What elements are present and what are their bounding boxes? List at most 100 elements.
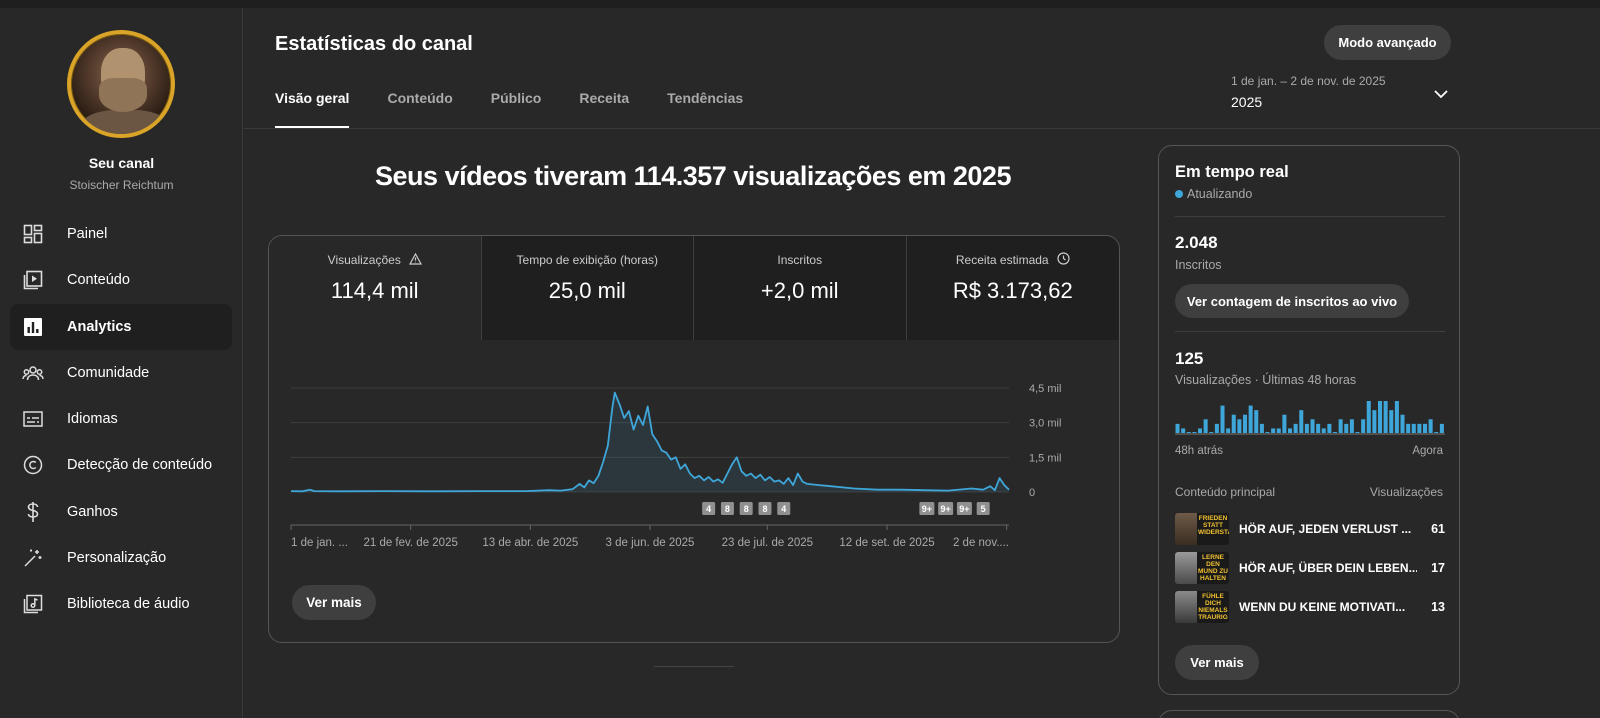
date-range-main: 2025 [1231,94,1263,110]
sidebar-item-conteudo[interactable]: Conteúdo [10,257,232,303]
page-title: Estatísticas do canal [275,33,473,55]
metric-watch-time[interactable]: Tempo de exibição (horas) 25,0 mil [481,236,694,340]
top-content-views-header: Visualizações [1369,485,1443,499]
video-views: 17 [1431,561,1445,575]
tab-content[interactable]: Conteúdo [387,90,452,128]
realtime-bar [1293,423,1298,433]
thumbnail-text: FRIEDEN STATT WIDERSTAND [1198,515,1229,536]
date-range-sub: 1 de jan. – 2 de nov. de 2025 [1231,74,1386,88]
live-subscriber-count-button[interactable]: Ver contagem de inscritos ao vivo [1175,284,1409,318]
video-title: HÖR AUF, ÜBER DEIN LEBEN... [1239,561,1417,575]
top-video-row[interactable]: FÜHLE DICH NIEMALS TRAURIG WENN DU KEINE… [1175,590,1445,624]
live-dot-icon [1175,190,1183,198]
sidebar-item-personalizacao[interactable]: Personalização [10,535,232,581]
sidebar-item-deteccao[interactable]: Detecção de conteúdo [10,442,232,488]
sidebar-item-comunidade[interactable]: Comunidade [10,350,232,396]
tab-trends[interactable]: Tendências [667,90,743,128]
realtime-title: Em tempo real [1175,163,1289,181]
metric-subscribers[interactable]: Inscritos +2,0 mil [694,236,907,340]
video-title: WENN DU KEINE MOTIVATI... [1239,600,1406,614]
channel-handle: Stoischer Reichtum [69,178,174,192]
realtime-bar [1400,414,1405,433]
realtime-bar [1254,410,1259,433]
realtime-bar [1417,423,1422,433]
sidebar-item-label: Painel [67,226,108,242]
realtime-bar [1349,419,1354,433]
video-marker-label: 9+ [959,504,969,514]
realtime-bar [1423,423,1428,433]
clock-icon [1057,252,1070,268]
content-icon [22,269,44,291]
advanced-mode-button[interactable]: Modo avançado [1324,25,1451,60]
realtime-bar [1237,419,1242,433]
realtime-bar [1327,423,1332,433]
metric-label: Visualizações [327,253,401,267]
x-tick-label: 21 de fev. de 2025 [363,537,457,549]
realtime-bar [1271,428,1276,433]
realtime-status-text: Atualizando [1187,187,1253,201]
y-tick-label: 4,5 mil [1029,383,1061,395]
date-range-selector[interactable]: 1 de jan. – 2 de nov. de 2025 2025 [1231,74,1451,114]
sidebar-item-ganhos[interactable]: Ganhos [10,489,232,535]
views-chart[interactable]: 4,5 mil 3,0 mil 1,5 mil 0 1 de jan. ... 21 de… [269,340,1120,570]
sidebar-item-analytics[interactable]: Analytics [10,303,232,350]
video-title: HÖR AUF, JEDEN VERLUST ... [1239,522,1412,536]
realtime-bar [1276,428,1281,433]
realtime-bar [1355,432,1360,433]
see-more-button[interactable]: Ver mais [292,585,376,620]
realtime-bar [1175,423,1180,433]
realtime-bar [1186,432,1191,433]
tab-bar: Visão geral Conteúdo Público Receita Ten… [275,90,781,128]
sidebar-item-painel[interactable]: Painel [10,211,232,257]
metric-label: Inscritos [777,253,823,267]
metric-value: R$ 3.173,62 [952,278,1073,303]
copyright-icon [22,454,44,476]
realtime-bar [1394,401,1399,433]
realtime-bar [1383,401,1388,433]
realtime-bar [1259,423,1264,433]
sidebar: Seu canal Stoischer Reichtum Painel Cont… [0,8,243,718]
x-tick-label: 13 de abr. de 2025 [482,537,578,549]
realtime-bar [1231,414,1236,433]
sidebar-item-biblioteca[interactable]: Biblioteca de áudio [10,581,232,627]
realtime-status: Atualizando [1175,187,1252,201]
community-icon [22,362,44,384]
top-video-row[interactable]: FRIEDEN STATT WIDERSTAND HÖR AUF, JEDEN … [1175,512,1445,546]
tab-revenue[interactable]: Receita [579,90,629,128]
metric-views[interactable]: Visualizações 114,4 mil [269,236,482,340]
realtime-bar [1310,419,1315,433]
tab-audience[interactable]: Público [491,90,542,128]
video-marker-label: 8 [725,504,730,514]
sidebar-item-label: Idiomas [67,411,118,428]
tab-overview[interactable]: Visão geral [275,90,350,128]
thumbnail-text: LERNE DEN MUND ZU HALTEN [1198,554,1228,582]
metric-value: 25,0 mil [548,278,626,303]
video-views: 13 [1431,600,1445,614]
sidebar-item-label: Personalização [67,550,167,567]
metric-revenue[interactable]: Receita estimada R$ 3.173,62 [906,236,1119,340]
sidebar-item-label: Conteúdo [67,272,130,289]
top-video-row[interactable]: LERNE DEN MUND ZU HALTEN HÖR AUF, ÜBER D… [1175,551,1445,585]
realtime-bar [1338,419,1343,433]
realtime-bar [1209,432,1214,433]
video-marker-label: 4 [706,504,711,514]
y-tick-label: 3,0 mil [1029,418,1061,430]
subtitles-icon [22,408,44,430]
analytics-icon [22,316,44,338]
sidebar-item-idiomas[interactable]: Idiomas [10,396,232,442]
realtime-axis-end: Agora [1412,445,1443,457]
video-marker-label: 5 [981,504,986,514]
magic-wand-icon [22,547,44,569]
realtime-bar [1282,414,1287,433]
realtime-bar [1366,401,1371,433]
sidebar-item-label: Detecção de conteúdo [67,457,213,474]
realtime-bar [1434,432,1439,433]
realtime-bar [1304,423,1309,433]
realtime-bar-chart[interactable] [1175,391,1445,435]
video-marker-label: 4 [781,504,786,514]
channel-avatar[interactable] [67,30,175,138]
realtime-see-more-button[interactable]: Ver mais [1175,645,1259,680]
metric-value: +2,0 mil [760,278,839,303]
realtime-views-value: 125 [1175,349,1204,368]
views-area [291,392,1009,492]
